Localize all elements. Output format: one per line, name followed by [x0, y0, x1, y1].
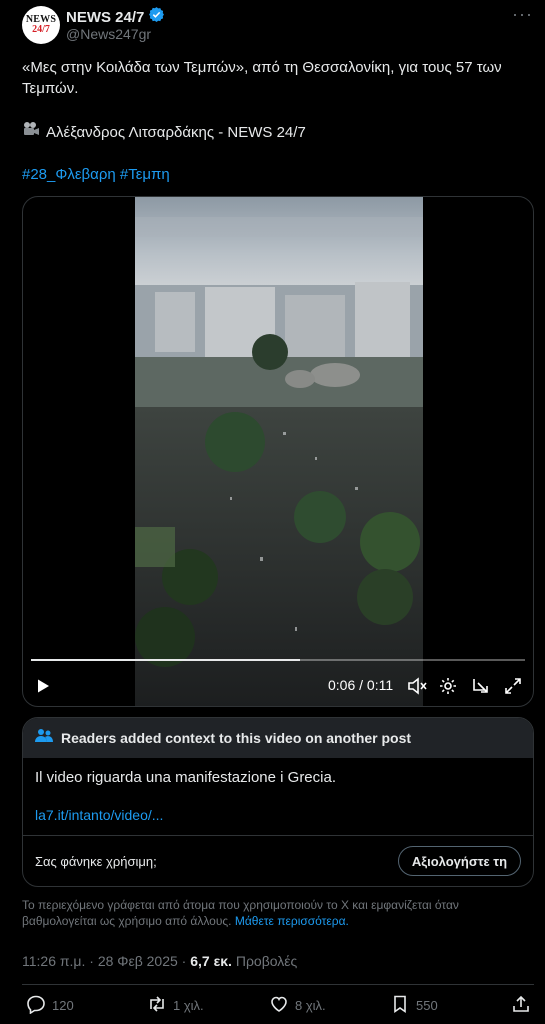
community-note: Readers added context to this video on a…	[22, 717, 534, 887]
repost-icon	[147, 994, 167, 1017]
post-text: «Μες στην Κοιλάδα των Τεμπών», από τη Θε…	[22, 59, 502, 97]
community-note-title: Readers added context to this video on a…	[61, 730, 412, 746]
community-note-header: Readers added context to this video on a…	[23, 718, 533, 758]
author-handle[interactable]: @News247gr	[66, 26, 151, 42]
video-progress-bar[interactable]	[31, 659, 525, 661]
post-header: NEWS 24/7 NEWS 24/7 @News247gr ···	[0, 0, 545, 50]
action-bar: 120 1 χιλ. 8 χιλ. 550	[0, 994, 545, 1020]
like-button[interactable]: 8 χιλ.	[269, 994, 326, 1017]
author-name[interactable]: NEWS 24/7	[66, 9, 144, 26]
people-icon	[35, 728, 53, 749]
bookmark-icon	[390, 994, 410, 1017]
post-timestamp[interactable]: 11:26 π.μ. · 28 Φεβ 2025 ·	[22, 953, 190, 969]
share-icon	[511, 994, 531, 1017]
film-camera-icon	[22, 121, 40, 143]
share-button[interactable]	[511, 994, 531, 1017]
avatar[interactable]: NEWS 24/7	[22, 6, 60, 44]
views-label: Προβολές	[235, 953, 298, 969]
post-credit-line: Αλέξανδρος Λιτσαρδάκης - NEWS 24/7	[22, 121, 306, 143]
hashtags: #28_Φλεβαρη #Τεμπη	[22, 164, 170, 185]
mute-icon[interactable]	[406, 675, 428, 697]
video-player[interactable]: 0:06 / 0:11	[22, 196, 534, 707]
repost-button[interactable]: 1 χιλ.	[147, 994, 204, 1017]
reply-icon	[26, 994, 46, 1017]
divider	[22, 984, 534, 985]
fullscreen-icon[interactable]	[502, 675, 524, 697]
hashtag-link[interactable]: #28_Φλεβαρη	[22, 166, 116, 183]
avatar-logo-number: 24/7	[32, 24, 50, 35]
views-count: 6,7 εκ.	[190, 953, 232, 969]
more-options-icon[interactable]: ···	[512, 4, 533, 25]
rate-it-button[interactable]: Αξιολογήστε τη	[398, 846, 521, 876]
community-note-link[interactable]: la7.it/intanto/video/...	[35, 807, 163, 823]
video-still-image	[135, 197, 423, 706]
repost-count: 1 χιλ.	[173, 998, 204, 1013]
author-name-row[interactable]: NEWS 24/7	[66, 6, 165, 28]
learn-more-link[interactable]: Μάθετε περισσότερα.	[235, 914, 349, 928]
video-progress-fill	[31, 659, 301, 661]
post-metadata: 11:26 π.μ. · 28 Φεβ 2025 · 6,7 εκ. Προβο…	[22, 953, 297, 969]
hashtag-link[interactable]: #Τεμπη	[120, 166, 170, 183]
community-note-body: Il video riguarda una manifestazione i G…	[35, 769, 336, 786]
settings-gear-icon[interactable]	[437, 675, 459, 697]
video-time: 0:06 / 0:11	[328, 677, 394, 693]
community-note-disclaimer: Το περιεχόμενο γράφεται από άτομα που χρ…	[22, 897, 522, 929]
bookmark-count: 550	[416, 998, 438, 1013]
video-frame[interactable]	[135, 197, 423, 706]
heart-icon	[269, 994, 289, 1017]
credit-text: Αλέξανδρος Λιτσαρδάκης - NEWS 24/7	[46, 123, 306, 141]
helpful-question: Σας φάνηκε χρήσιμη;	[35, 854, 157, 869]
verified-badge-icon	[148, 6, 165, 28]
reply-button[interactable]: 120	[26, 994, 74, 1017]
community-note-rating: Σας φάνηκε χρήσιμη; Αξιολογήστε τη	[23, 835, 533, 886]
like-count: 8 χιλ.	[295, 998, 326, 1013]
play-icon[interactable]	[33, 675, 53, 697]
reply-count: 120	[52, 998, 74, 1013]
picture-in-picture-icon[interactable]	[470, 675, 492, 697]
bookmark-button[interactable]: 550	[390, 994, 438, 1017]
